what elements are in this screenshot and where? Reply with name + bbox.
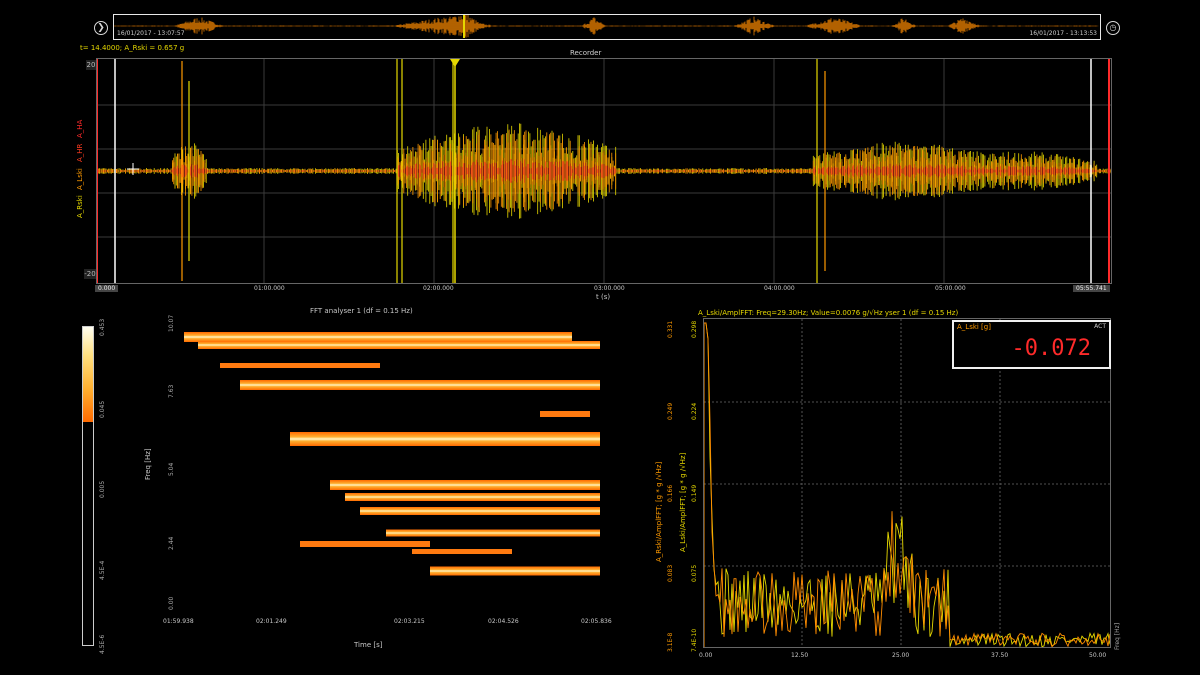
outer-ytick-0: 0.331	[667, 321, 674, 338]
x-tick-4: 04:00.000	[764, 285, 795, 292]
spectrum-y-label-outer: A_Rski/AmplFFT; [g * g /√Hz]	[655, 462, 663, 562]
y-label-a-rski: A_Rski	[76, 195, 84, 218]
spectrogram-band-0	[184, 332, 572, 342]
spectrum-y-label-inner: A_Lski/AmplFFT; [g * g /√Hz]	[679, 452, 687, 552]
spec-xtick-0: 01:59.938	[163, 618, 194, 625]
x-start-label: 0.000	[95, 285, 119, 292]
spectrum-yticks-outer: 0.331 0.249 0.166 0.083 3.1E-8	[664, 316, 676, 656]
display-label: A_Lski [g]	[957, 323, 991, 331]
outer-ytick-1: 0.249	[667, 403, 674, 420]
spectrogram-band-4	[330, 480, 600, 490]
spectrum-yticks-inner: 0.298 0.224 0.149 0.075 7.4E-10	[688, 316, 700, 656]
x-tick-2: 02:00.000	[423, 285, 454, 292]
spectrogram-band-2	[240, 380, 600, 390]
x-end-label: 05:55.741	[1073, 285, 1110, 292]
display-value: -0.072	[1011, 336, 1091, 361]
inner-ytick-1: 0.224	[691, 403, 698, 420]
colorbar-tick-1: 0.045	[99, 401, 106, 418]
value-display[interactable]: A_Lski [g] ACT -0.072	[952, 320, 1111, 369]
overview-end-time: 16/01/2017 - 13:13:53	[1029, 30, 1097, 37]
colorbar	[82, 326, 94, 646]
spec-ytick-3: 2.44	[168, 536, 175, 550]
colorbar-tick-0: 0.453	[99, 319, 106, 336]
inner-ytick-3: 0.075	[691, 565, 698, 582]
spectrogram-y-label: Freq [Hz]	[144, 448, 152, 480]
spectrogram-band-6	[360, 507, 600, 515]
spec-ytick-4: 0.00	[168, 596, 175, 610]
overview-waveform	[114, 15, 1099, 38]
spectrogram-band-7	[386, 529, 600, 537]
fft-x-label-wrap: Freq [Hz]	[1112, 612, 1122, 652]
y-label-a-ha: A_HA	[76, 119, 84, 138]
display-tag: ACT	[1094, 323, 1106, 330]
recorder-y-labels: A_Rski A_Lski A_HR A_HA	[73, 118, 87, 228]
time-cursor-handle[interactable]	[450, 59, 460, 67]
x-tick-1: 01:00.000	[254, 285, 285, 292]
colorbar-tick-3: 4.5E-4	[99, 561, 106, 580]
fft-xtick-2: 25.00	[892, 652, 910, 659]
fft-trace-a-rski	[704, 322, 1110, 647]
fft-xtick-3: 37.50	[991, 652, 1009, 659]
spec-xtick-4: 02:05.836	[581, 618, 612, 625]
spectrogram-band-1	[198, 341, 600, 349]
overview-start-time: 16/01/2017 - 13:07:57	[117, 30, 185, 37]
inner-ytick-0: 0.298	[691, 321, 698, 338]
spec-xtick-3: 02:04.526	[488, 618, 519, 625]
inner-ytick-2: 0.149	[691, 485, 698, 502]
spec-xtick-2: 02:03.215	[394, 618, 425, 625]
spectrogram-band-8	[430, 566, 600, 576]
fft-x-label: Freq [Hz]	[1114, 623, 1121, 650]
crosshair-icon	[127, 163, 139, 175]
fft-xtick-4: 50.00	[1089, 652, 1107, 659]
spectrogram-title: FFT analyser 1 (df = 0.15 Hz)	[310, 307, 413, 315]
fft-trace-a-lski	[704, 322, 1110, 647]
spec-ytick-2: 5.04	[168, 462, 175, 476]
spectrogram-heatmap	[184, 332, 600, 576]
spectrogram-fragment-2	[412, 549, 512, 554]
x-tick-5: 05:00.000	[935, 285, 966, 292]
outer-ytick-2: 0.166	[667, 485, 674, 502]
spectrogram-y-label-wrap: Freq [Hz]	[142, 440, 154, 490]
spec-x-label: Time [s]	[354, 641, 383, 649]
spectrogram-plot[interactable]	[180, 315, 600, 611]
cursor-readout: t= 14.4000; A_Rski = 0.657 g	[80, 44, 185, 52]
ytick-top: 20	[86, 60, 96, 70]
overview-strip[interactable]: 16/01/2017 - 13:07:57 16/01/2017 - 13:13…	[113, 14, 1101, 40]
recorder-title: Recorder	[570, 49, 602, 57]
spec-ytick-1: 7.63	[168, 384, 175, 398]
y-label-a-lski: A_Lski	[76, 168, 84, 190]
spectrogram-fragment-3	[220, 363, 380, 368]
spectrogram-band-5	[345, 493, 600, 501]
spec-ytick-0: 10.07	[168, 315, 175, 332]
y-label-a-hr: A_HR	[76, 143, 84, 162]
spectrum-title: A_Lski/AmplFFT: Freq=29.30Hz; Value=0.00…	[698, 309, 959, 317]
outer-ytick-4: 3.1E-8	[667, 633, 674, 652]
colorbar-tick-4: 4.5E-6	[99, 635, 106, 654]
spec-xtick-1: 02:01.249	[256, 618, 287, 625]
colorbar-ticks: 0.453 0.045 0.005 4.5E-4 4.5E-6	[96, 314, 108, 654]
play-circle-icon: ❯	[97, 22, 105, 33]
spectrogram-y-ticks: 10.07 7.63 5.04 2.44 0.00	[164, 310, 178, 610]
ytick-bottom: -20	[84, 269, 96, 279]
colorbar-tick-2: 0.005	[99, 481, 106, 498]
recorder-waveform	[97, 59, 1111, 283]
x-axis-label: t (s)	[596, 293, 611, 301]
x-tick-3: 03:00.000	[594, 285, 625, 292]
spectrogram-fragment-1	[300, 541, 430, 547]
fft-xtick-0: 0.00	[699, 652, 713, 659]
recorder-plot[interactable]	[96, 58, 1112, 284]
clock-button[interactable]: ◷	[1106, 21, 1120, 35]
overview-trace	[114, 15, 1099, 38]
inner-ytick-4: 7.4E-10	[691, 629, 698, 652]
spectrogram-band-3	[290, 432, 600, 446]
spectrogram-fragment-0	[540, 411, 590, 417]
fft-xtick-1: 12.50	[791, 652, 809, 659]
play-button[interactable]: ❯	[94, 21, 108, 35]
outer-ytick-3: 0.083	[667, 565, 674, 582]
clock-icon: ◷	[1109, 23, 1117, 32]
